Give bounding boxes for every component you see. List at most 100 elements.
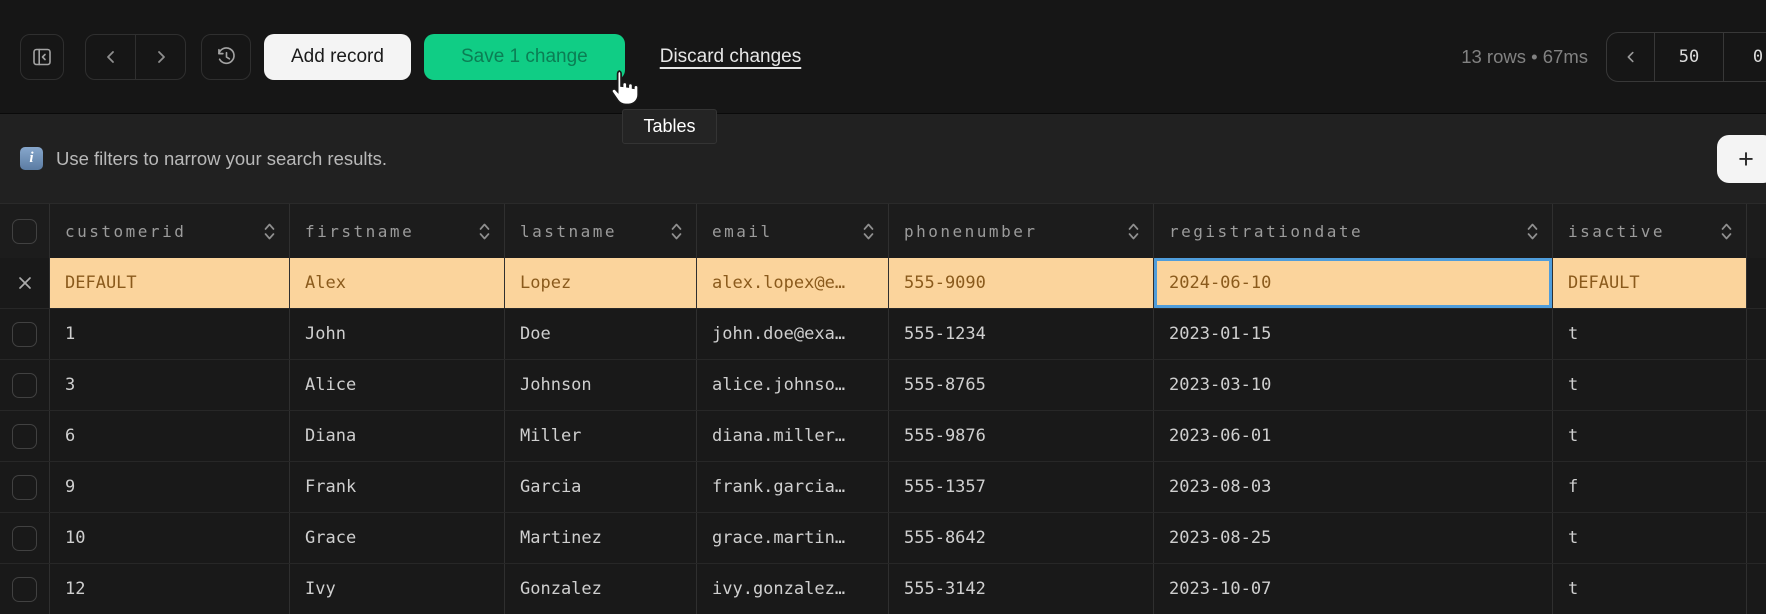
save-changes-button[interactable]: Save 1 change xyxy=(424,34,625,80)
cell-email[interactable]: alice.johnso… xyxy=(697,360,889,410)
cell-phonenumber[interactable]: 555-9090 xyxy=(889,258,1154,308)
column-header-email[interactable]: email xyxy=(697,204,889,258)
cell-registrationdate[interactable]: 2023-10-07 xyxy=(1154,564,1553,614)
cell-registrationdate[interactable]: 2023-01-15 xyxy=(1154,309,1553,359)
cell-phonenumber[interactable]: 555-8642 xyxy=(889,513,1154,563)
cell-customerid[interactable]: 9 xyxy=(50,462,290,512)
cell-customerid[interactable]: 3 xyxy=(50,360,290,410)
cell-isactive[interactable]: t xyxy=(1553,564,1747,614)
cell-phonenumber[interactable]: 555-1234 xyxy=(889,309,1154,359)
row-select-cell[interactable] xyxy=(0,360,50,410)
column-header-label: registrationdate xyxy=(1169,222,1363,241)
row-checkbox[interactable] xyxy=(12,475,37,500)
table-row: 9FrankGarciafrank.garcia…555-13572023-08… xyxy=(0,462,1766,513)
cell-customerid[interactable]: DEFAULT xyxy=(50,258,290,308)
cell-phonenumber[interactable]: 555-1357 xyxy=(889,462,1154,512)
cell-registrationdate[interactable]: 2023-08-25 xyxy=(1154,513,1553,563)
info-icon: i xyxy=(20,147,43,170)
cell-phonenumber[interactable]: 555-8765 xyxy=(889,360,1154,410)
column-header-label: customerid xyxy=(65,222,186,241)
cell-isactive[interactable]: t xyxy=(1553,309,1747,359)
cell-email[interactable]: frank.garcia… xyxy=(697,462,889,512)
cell-firstname[interactable]: Grace xyxy=(290,513,505,563)
column-header-customerid[interactable]: customerid xyxy=(50,204,290,258)
back-button[interactable] xyxy=(86,35,135,79)
row-checkbox[interactable] xyxy=(12,577,37,602)
cell-firstname[interactable]: Alice xyxy=(290,360,505,410)
row-select-cell[interactable] xyxy=(0,564,50,614)
history-clock-icon xyxy=(215,45,238,68)
query-history-button[interactable] xyxy=(201,34,251,80)
cell-lastname[interactable]: Johnson xyxy=(505,360,697,410)
row-checkbox[interactable] xyxy=(12,373,37,398)
cell-firstname[interactable]: John xyxy=(290,309,505,359)
page-size-value[interactable]: 50 xyxy=(1654,33,1723,81)
column-header-firstname[interactable]: firstname xyxy=(290,204,505,258)
chevron-right-icon xyxy=(152,48,170,66)
row-select-cell[interactable] xyxy=(0,513,50,563)
cell-registrationdate[interactable]: 2023-03-10 xyxy=(1154,360,1553,410)
banner-message: Use filters to narrow your search result… xyxy=(56,148,387,170)
cell-customerid[interactable]: 12 xyxy=(50,564,290,614)
discard-changes-link[interactable]: Discard changes xyxy=(660,46,802,68)
cell-customerid[interactable]: 6 xyxy=(50,411,290,461)
cell-email[interactable]: diana.miller… xyxy=(697,411,889,461)
sort-icon xyxy=(263,222,276,241)
column-header-phonenumber[interactable]: phonenumber xyxy=(889,204,1154,258)
add-record-button[interactable]: Add record xyxy=(264,34,411,80)
row-select-cell[interactable] xyxy=(0,462,50,512)
remove-row-icon[interactable] xyxy=(16,274,34,292)
table-header-row: customerid firstname lastname email phon… xyxy=(0,203,1766,258)
forward-button[interactable] xyxy=(135,35,185,79)
column-header-registrationdate[interactable]: registrationdate xyxy=(1154,204,1553,258)
cell-lastname[interactable]: Gonzalez xyxy=(505,564,697,614)
previous-page-button[interactable] xyxy=(1607,33,1654,81)
row-checkbox[interactable] xyxy=(12,322,37,347)
cell-phonenumber[interactable]: 555-3142 xyxy=(889,564,1154,614)
cell-isactive[interactable]: t xyxy=(1553,513,1747,563)
cell-isactive[interactable]: DEFAULT xyxy=(1553,258,1747,308)
cell-email[interactable]: ivy.gonzalez… xyxy=(697,564,889,614)
cell-firstname[interactable]: Frank xyxy=(290,462,505,512)
filter-info-banner: i Use filters to narrow your search resu… xyxy=(0,113,1766,203)
cell-firstname[interactable]: Alex xyxy=(290,258,505,308)
cell-lastname[interactable]: Lopez xyxy=(505,258,697,308)
panel-left-icon xyxy=(31,46,53,68)
row-checkbox[interactable] xyxy=(12,526,37,551)
cell-lastname[interactable]: Miller xyxy=(505,411,697,461)
sort-icon xyxy=(670,222,683,241)
cell-isactive[interactable]: t xyxy=(1553,411,1747,461)
column-header-lastname[interactable]: lastname xyxy=(505,204,697,258)
row-checkbox[interactable] xyxy=(12,424,37,449)
row-select-cell[interactable] xyxy=(0,411,50,461)
select-all-checkbox[interactable] xyxy=(12,219,37,244)
cell-isactive[interactable]: t xyxy=(1553,360,1747,410)
cell-isactive[interactable]: f xyxy=(1553,462,1747,512)
cell-email[interactable]: grace.martin… xyxy=(697,513,889,563)
table-row: 6DianaMillerdiana.miller…555-98762023-06… xyxy=(0,411,1766,462)
add-filter-button[interactable]: + xyxy=(1717,135,1766,183)
cell-lastname[interactable]: Martinez xyxy=(505,513,697,563)
cell-firstname[interactable]: Diana xyxy=(290,411,505,461)
cell-firstname[interactable]: Ivy xyxy=(290,564,505,614)
table-row: 1JohnDoejohn.doe@exa…555-12342023-01-15t xyxy=(0,309,1766,360)
sidebar-toggle-button[interactable] xyxy=(20,34,64,80)
row-select-cell[interactable] xyxy=(0,309,50,359)
cell-registrationdate[interactable]: 2023-06-01 xyxy=(1154,411,1553,461)
cell-email[interactable]: alex.lopex@e… xyxy=(697,258,889,308)
pending-new-row: DEFAULTAlexLopezalex.lopex@e…555-9090202… xyxy=(0,258,1766,309)
select-all-cell[interactable] xyxy=(0,204,50,258)
sort-icon xyxy=(478,222,491,241)
column-header-isactive[interactable]: isactive xyxy=(1553,204,1747,258)
cell-email[interactable]: john.doe@exa… xyxy=(697,309,889,359)
cell-registrationdate[interactable]: 2023-08-03 xyxy=(1154,462,1553,512)
cell-phonenumber[interactable]: 555-9876 xyxy=(889,411,1154,461)
cell-customerid[interactable]: 10 xyxy=(50,513,290,563)
remove-row-cell[interactable] xyxy=(0,258,50,308)
row-filler-cell xyxy=(1747,411,1766,461)
cell-lastname[interactable]: Garcia xyxy=(505,462,697,512)
page-offset-value[interactable]: 0 xyxy=(1723,33,1766,81)
cell-lastname[interactable]: Doe xyxy=(505,309,697,359)
cell-customerid[interactable]: 1 xyxy=(50,309,290,359)
cell-registrationdate-selected[interactable]: 2024-06-10 xyxy=(1154,258,1553,308)
